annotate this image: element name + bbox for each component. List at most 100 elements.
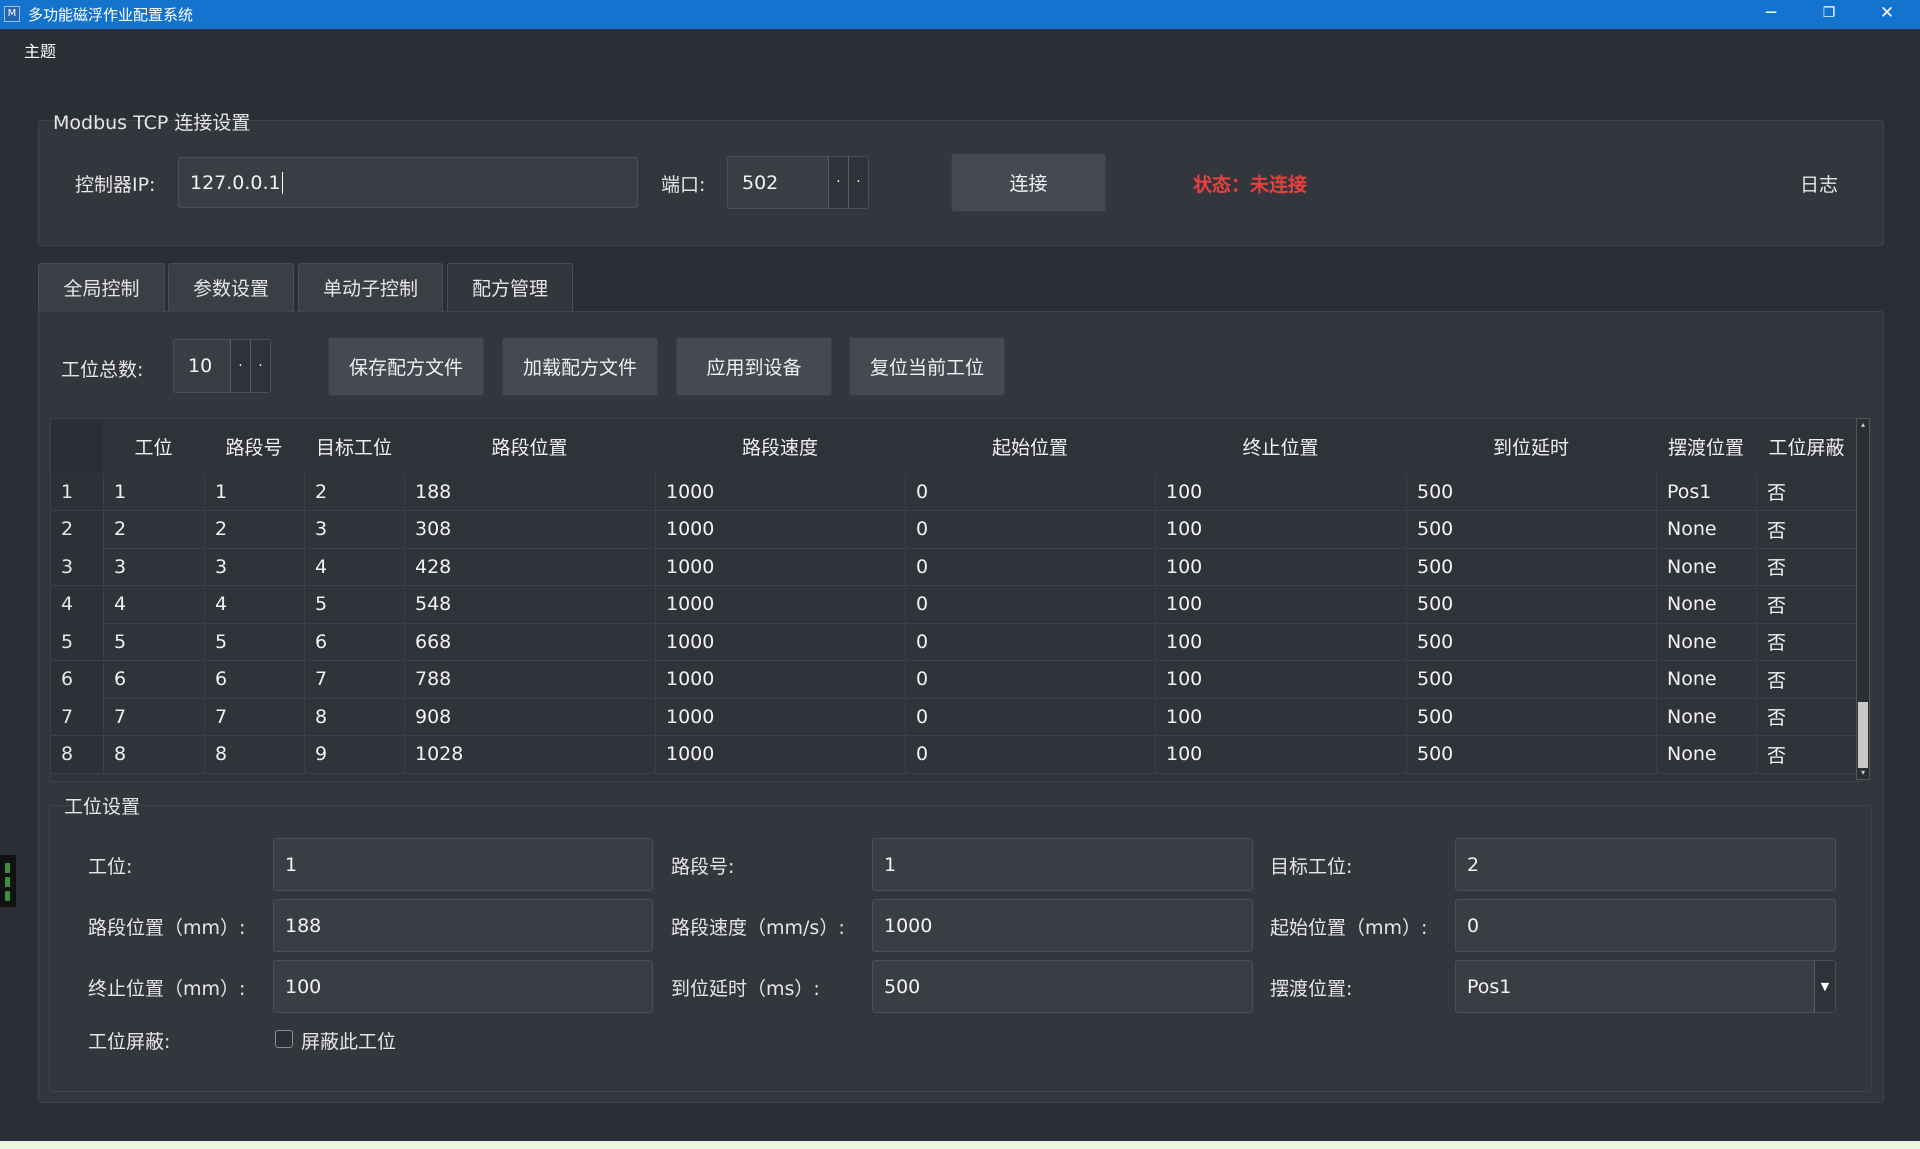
row-header[interactable]: 8 [51,735,103,773]
close-button[interactable]: ✕ [1858,0,1916,29]
cell-delay[interactable]: 500 [1406,473,1656,510]
cell-target[interactable]: 9 [304,735,404,773]
col-header-mask[interactable]: 工位屏蔽 [1756,419,1857,473]
cell-ferry[interactable]: None [1656,548,1756,585]
table-scrollbar[interactable]: ▴ ▾ [1856,418,1870,780]
cell-target[interactable]: 2 [304,473,404,510]
cell-mask[interactable]: 否 [1756,735,1857,773]
scroll-down-icon[interactable]: ▾ [1857,767,1869,779]
cell-ferry[interactable]: None [1656,660,1756,698]
cell-segment[interactable]: 7 [204,698,304,735]
cell-ferry[interactable]: None [1656,698,1756,735]
cell-end-pos[interactable]: 100 [1155,660,1406,698]
cell-segment[interactable]: 5 [204,623,304,660]
cell-seg-position[interactable]: 908 [404,698,655,735]
table-row[interactable]: 4 4 4 5 548 1000 0 100 500 None 否 [51,585,1857,624]
cell-station[interactable]: 2 [103,510,204,548]
end-pos-input[interactable]: 100 [273,960,653,1013]
cell-seg-position[interactable]: 788 [404,660,655,698]
scrollbar-thumb[interactable] [1858,702,1868,768]
cell-end-pos[interactable]: 100 [1155,623,1406,660]
chevron-down-icon[interactable]: ▼ [1814,961,1835,1012]
cell-start-pos[interactable]: 0 [905,735,1155,773]
cell-end-pos[interactable]: 100 [1155,473,1406,510]
port-spinbox[interactable]: 502 · · [727,156,869,209]
cell-seg-speed[interactable]: 1000 [655,585,905,623]
cell-segment[interactable]: 6 [204,660,304,698]
seg-pos-input[interactable]: 188 [273,899,653,952]
cell-target[interactable]: 3 [304,510,404,548]
reset-station-button[interactable]: 复位当前工位 [849,337,1005,396]
seg-speed-input[interactable]: 1000 [872,899,1253,952]
cell-ferry[interactable]: None [1656,510,1756,548]
table-row[interactable]: 6 6 6 7 788 1000 0 100 500 None 否 [51,660,1857,699]
col-header-seg-position[interactable]: 路段位置 [404,419,655,473]
cell-seg-speed[interactable]: 1000 [655,660,905,698]
cell-seg-speed[interactable]: 1000 [655,510,905,548]
cell-target[interactable]: 6 [304,623,404,660]
cell-segment[interactable]: 8 [204,735,304,773]
apply-to-device-button[interactable]: 应用到设备 [676,337,832,396]
cell-mask[interactable]: 否 [1756,660,1857,698]
col-header-seg-speed[interactable]: 路段速度 [655,419,905,473]
cell-station[interactable]: 5 [103,623,204,660]
cell-seg-position[interactable]: 548 [404,585,655,623]
ip-input[interactable]: 127.0.0.1 [178,157,638,208]
cell-station[interactable]: 1 [103,473,204,510]
cell-seg-speed[interactable]: 1000 [655,473,905,510]
cell-segment[interactable]: 1 [204,473,304,510]
table-row[interactable]: 1 1 1 2 188 1000 0 100 500 Pos1 否 [51,473,1857,511]
cell-mask[interactable]: 否 [1756,510,1857,548]
cell-station[interactable]: 4 [103,585,204,623]
cell-station[interactable]: 8 [103,735,204,773]
cell-start-pos[interactable]: 0 [905,660,1155,698]
row-header[interactable]: 5 [51,623,103,660]
cell-station[interactable]: 6 [103,660,204,698]
restore-button[interactable]: ❐ [1800,0,1858,29]
minimize-button[interactable]: ─ [1742,0,1800,29]
cell-start-pos[interactable]: 0 [905,548,1155,585]
col-header-end-pos[interactable]: 终止位置 [1155,419,1406,473]
spin-up-icon[interactable]: · [828,157,848,208]
cell-segment[interactable]: 3 [204,548,304,585]
load-recipe-button[interactable]: 加载配方文件 [502,337,658,396]
cell-start-pos[interactable]: 0 [905,510,1155,548]
row-header[interactable]: 4 [51,585,103,623]
cell-mask[interactable]: 否 [1756,548,1857,585]
cell-segment[interactable]: 4 [204,585,304,623]
station-input[interactable]: 1 [273,838,653,891]
tab-single-mover-control[interactable]: 单动子控制 [298,263,443,311]
cell-end-pos[interactable]: 100 [1155,548,1406,585]
cell-delay[interactable]: 500 [1406,585,1656,623]
cell-station[interactable]: 7 [103,698,204,735]
cell-delay[interactable]: 500 [1406,735,1656,773]
cell-ferry[interactable]: None [1656,623,1756,660]
tab-global-control[interactable]: 全局控制 [38,263,165,311]
col-header-start-pos[interactable]: 起始位置 [905,419,1155,473]
mask-checkbox[interactable] [275,1030,293,1048]
table-row[interactable]: 7 7 7 8 908 1000 0 100 500 None 否 [51,698,1857,736]
cell-end-pos[interactable]: 100 [1155,510,1406,548]
col-header-target[interactable]: 目标工位 [304,419,404,473]
cell-seg-speed[interactable]: 1000 [655,548,905,585]
cell-station[interactable]: 3 [103,548,204,585]
col-header-ferry[interactable]: 摆渡位置 [1656,419,1756,473]
col-header-segment[interactable]: 路段号 [204,419,304,473]
delay-input[interactable]: 500 [872,960,1253,1013]
cell-seg-speed[interactable]: 1000 [655,623,905,660]
start-pos-input[interactable]: 0 [1455,899,1836,952]
col-header-delay[interactable]: 到位延时 [1406,419,1656,473]
cell-seg-speed[interactable]: 1000 [655,698,905,735]
cell-delay[interactable]: 500 [1406,698,1656,735]
cell-mask[interactable]: 否 [1756,585,1857,623]
cell-mask[interactable]: 否 [1756,698,1857,735]
cell-start-pos[interactable]: 0 [905,698,1155,735]
log-button[interactable]: 日志 [1800,170,1838,197]
cell-end-pos[interactable]: 100 [1155,698,1406,735]
cell-delay[interactable]: 500 [1406,548,1656,585]
save-recipe-button[interactable]: 保存配方文件 [328,337,484,396]
menu-item-theme[interactable]: 主题 [24,38,56,62]
cell-start-pos[interactable]: 0 [905,623,1155,660]
row-header[interactable]: 2 [51,510,103,548]
ferry-position-select[interactable]: Pos1 ▼ [1455,960,1836,1013]
